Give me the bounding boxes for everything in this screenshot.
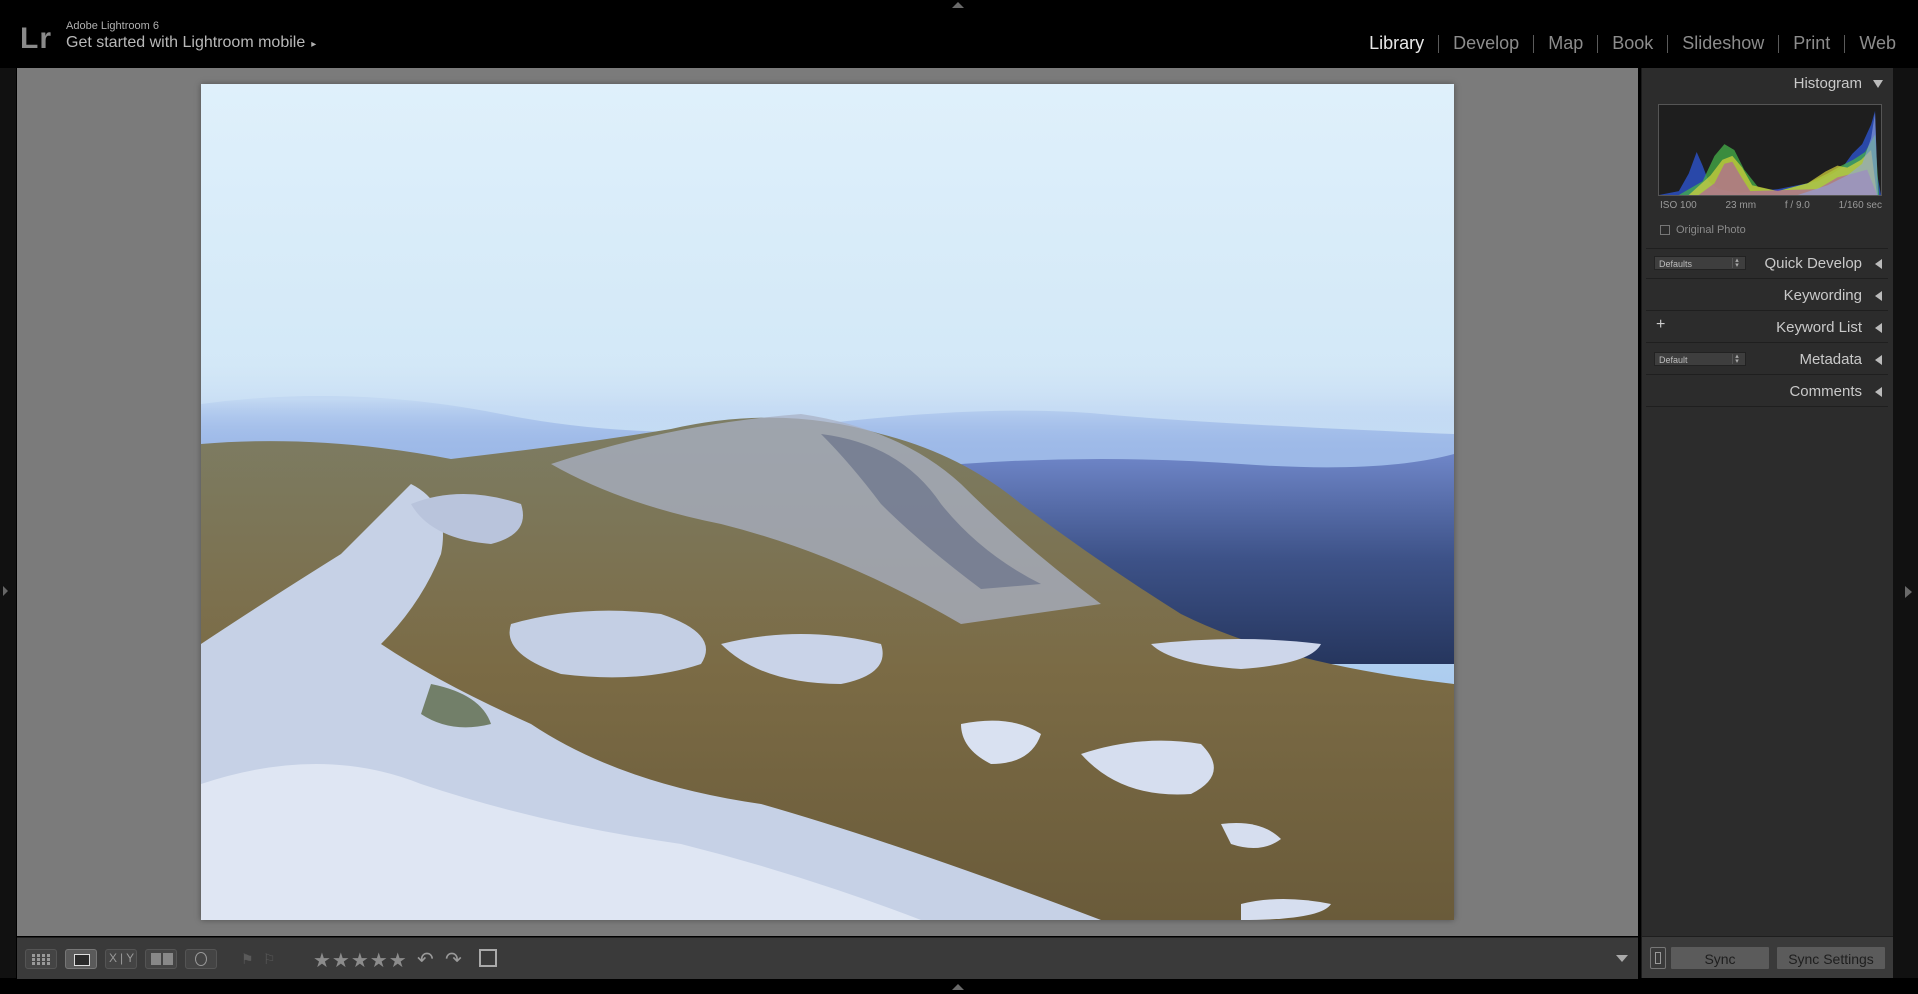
- compare-view-button[interactable]: X|Y: [105, 949, 137, 969]
- histogram-header[interactable]: Histogram: [1646, 68, 1888, 98]
- metadata-header[interactable]: Default ▴ ▾ Metadata: [1646, 344, 1888, 375]
- expand-icon: [1875, 259, 1882, 269]
- keywording-title: Keywording: [1783, 287, 1862, 304]
- auto-sync-switch-icon[interactable]: [1650, 947, 1666, 969]
- keyword-list-title: Keyword List: [1776, 319, 1862, 336]
- histogram-graph: [1658, 104, 1882, 196]
- add-keyword-icon[interactable]: +: [1656, 316, 1665, 334]
- flag-pick-icon[interactable]: ⚑: [241, 951, 254, 968]
- right-panel-toggle-icon[interactable]: [1905, 586, 1912, 598]
- toolbar-options-chevron-icon[interactable]: [1616, 955, 1628, 962]
- exif-info: ISO 100 23 mm f / 9.0 1/160 sec: [1660, 200, 1882, 211]
- module-print[interactable]: Print: [1779, 33, 1844, 54]
- sync-bar: Sync Sync Settings: [1642, 936, 1893, 978]
- expand-icon: [1875, 355, 1882, 365]
- module-picker: Library Develop Map Book Slideshow Print…: [1355, 33, 1910, 54]
- collapse-icon: [1873, 80, 1883, 88]
- face-icon: [195, 952, 207, 966]
- module-book[interactable]: Book: [1598, 33, 1667, 54]
- lightroom-mobile-link[interactable]: Get started with Lightroom mobile ▸: [66, 34, 316, 52]
- stepper-icon: ▴ ▾: [1732, 353, 1741, 365]
- loupe-view-button[interactable]: [65, 949, 97, 969]
- keyword-list-header[interactable]: + Keyword List: [1646, 312, 1888, 343]
- iso-value: ISO 100: [1660, 200, 1697, 211]
- loupe-icon: [74, 954, 90, 966]
- metadata-title: Metadata: [1799, 351, 1862, 368]
- survey-view-button[interactable]: [145, 949, 177, 969]
- sync-settings-button[interactable]: Sync Settings: [1776, 946, 1886, 970]
- top-panel-toggle-icon[interactable]: [952, 2, 964, 8]
- left-panel-toggle-icon[interactable]: [3, 586, 8, 596]
- flag-reject-icon[interactable]: ⚐: [263, 951, 276, 968]
- sync-button[interactable]: Sync: [1670, 946, 1770, 970]
- compare-label: X|Y: [109, 951, 138, 965]
- metadata-preset-select[interactable]: Default ▴ ▾: [1654, 352, 1746, 366]
- play-arrow-icon: ▸: [311, 39, 317, 50]
- module-develop[interactable]: Develop: [1439, 33, 1533, 54]
- comments-title: Comments: [1789, 383, 1862, 400]
- metadata-preset-value: Default: [1659, 355, 1688, 365]
- app-name: Adobe Lightroom 6: [66, 20, 159, 32]
- comments-header[interactable]: Comments: [1646, 376, 1888, 407]
- library-toolbar: X|Y ⚑ ⚐ ★★★★★ ↶ ↷: [17, 937, 1638, 979]
- loupe-viewer: [17, 68, 1638, 936]
- module-slideshow[interactable]: Slideshow: [1668, 33, 1778, 54]
- filmstrip-toggle-icon[interactable]: [952, 984, 964, 990]
- rotate-right-icon[interactable]: ↷: [445, 947, 462, 972]
- histogram-curves: [1659, 110, 1881, 195]
- star-rating[interactable]: ★★★★★: [313, 948, 408, 973]
- mobile-link-label: Get started with Lightroom mobile: [66, 34, 306, 51]
- keywording-header[interactable]: Keywording: [1646, 280, 1888, 311]
- quick-develop-preset-value: Defaults: [1659, 259, 1693, 269]
- right-panel: Histogram ISO 100 23 mm f / 9.0 1/160 se…: [1641, 68, 1893, 978]
- grid-icon: [32, 953, 50, 965]
- module-web[interactable]: Web: [1845, 33, 1910, 54]
- quick-develop-title: Quick Develop: [1764, 255, 1862, 272]
- grid-view-button[interactable]: [25, 949, 57, 969]
- expand-icon: [1875, 323, 1882, 333]
- histogram-panel: Histogram ISO 100 23 mm f / 9.0 1/160 se…: [1646, 68, 1888, 249]
- module-map[interactable]: Map: [1534, 33, 1597, 54]
- shutter-value: 1/160 sec: [1838, 200, 1882, 211]
- expand-icon: [1875, 291, 1882, 301]
- rotate-left-icon[interactable]: ↶: [417, 947, 434, 972]
- original-photo-option[interactable]: Original Photo: [1660, 224, 1746, 236]
- original-photo-checkbox[interactable]: [1660, 225, 1670, 235]
- crop-overlay-icon[interactable]: [479, 949, 497, 967]
- quick-develop-preset-select[interactable]: Defaults ▴ ▾: [1654, 256, 1746, 270]
- module-library[interactable]: Library: [1355, 33, 1438, 54]
- stepper-icon: ▴ ▾: [1732, 257, 1741, 269]
- histogram-title: Histogram: [1793, 75, 1862, 92]
- expand-icon: [1875, 387, 1882, 397]
- aperture-value: f / 9.0: [1784, 200, 1810, 211]
- photo-preview[interactable]: [201, 84, 1454, 920]
- original-photo-label: Original Photo: [1676, 224, 1746, 236]
- survey-icon: [151, 953, 173, 965]
- mountain-landscape-image: [201, 84, 1454, 920]
- lightroom-logo: Lr: [20, 22, 52, 55]
- focal-length-value: 23 mm: [1725, 200, 1757, 211]
- left-panel-collapsed: [0, 68, 16, 978]
- quick-develop-header[interactable]: Defaults ▴ ▾ Quick Develop: [1646, 248, 1888, 279]
- right-edge: [1892, 68, 1918, 978]
- people-view-button[interactable]: [185, 949, 217, 969]
